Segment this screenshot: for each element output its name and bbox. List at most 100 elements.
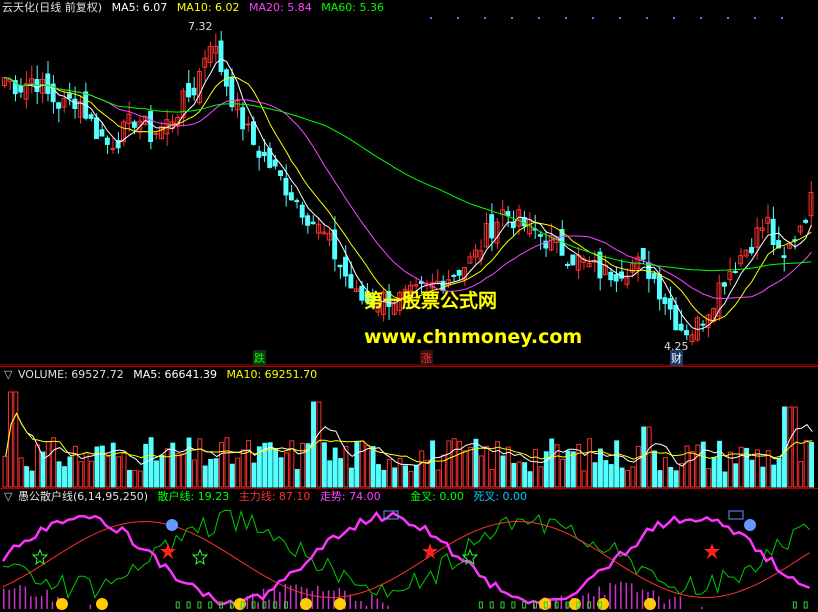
volume-bar xyxy=(782,406,787,488)
volume-bar xyxy=(619,467,625,488)
indicator-hist-bar xyxy=(35,596,37,609)
top-dot-mark xyxy=(484,17,486,19)
candle-down xyxy=(608,271,614,281)
candle-down xyxy=(261,151,267,157)
cai-label: 财 xyxy=(670,350,683,366)
volume-bar xyxy=(18,457,24,488)
volume-bar xyxy=(717,440,722,488)
indicator-header: ▽ 愚公散户线(6,14,95,250) 散户线: 19.23 主力线: 87.… xyxy=(4,490,533,504)
indicator-hist-bar xyxy=(593,596,595,609)
top-dot-mark xyxy=(754,17,756,19)
zoushi-value: 走势: 74.00 xyxy=(319,490,381,503)
indicator-hist-bar xyxy=(365,605,368,609)
volume-bar xyxy=(722,471,728,488)
volume-value: VOLUME: 69527.72 xyxy=(17,368,124,381)
candle-down xyxy=(662,297,668,304)
volume-bar xyxy=(137,470,143,488)
volume-bar xyxy=(516,461,522,488)
indicator-hist-bar xyxy=(360,600,362,609)
volume-panel[interactable]: ▽ VOLUME: 69527.72 MA5: 66641.39 MA10: 6… xyxy=(0,366,818,489)
candle-down xyxy=(684,330,689,336)
indicator-hist-bar xyxy=(701,606,703,609)
volume-bar xyxy=(191,459,197,488)
smiley-icon xyxy=(96,598,108,610)
volume-bar xyxy=(13,391,19,488)
volume-bar xyxy=(673,470,679,488)
indicator-hist-bar xyxy=(51,601,54,609)
indicator-hist-bar xyxy=(609,582,611,609)
volume-bar xyxy=(689,451,695,488)
price-panel[interactable]: 云天化(日线 前复权) MA5: 6.07 MA10: 6.02 MA20: 5… xyxy=(0,0,818,366)
volume-bar xyxy=(327,460,333,488)
candle-down xyxy=(218,40,224,72)
red-star-icon xyxy=(160,543,176,559)
volume-bar xyxy=(408,470,414,488)
candle-down xyxy=(337,264,343,268)
candle-down xyxy=(294,200,300,203)
bottom-tick-mark xyxy=(208,601,213,609)
indicator-name: 愚公散户线(6,14,95,250) xyxy=(17,490,149,503)
candle-down xyxy=(186,83,191,98)
indicator-hist-bar xyxy=(3,588,5,609)
candle-down xyxy=(148,110,154,142)
volume-bar xyxy=(608,464,614,488)
indicator-hist-bar xyxy=(620,581,622,609)
ma60-value: MA60: 5.36 xyxy=(321,1,384,14)
volume-bar xyxy=(321,442,327,488)
indicator-hist-bar xyxy=(311,591,314,609)
indicator-hist-bar xyxy=(371,594,373,609)
candle-down xyxy=(72,98,78,110)
candle-down xyxy=(240,107,246,130)
top-dot-mark xyxy=(673,17,675,19)
volume-bar xyxy=(202,465,208,488)
indicator-chart[interactable] xyxy=(0,489,818,612)
volume-bar xyxy=(219,442,224,488)
candle-down xyxy=(56,102,62,109)
volume-bar xyxy=(662,457,668,488)
zhuli-value: 主力线: 87.10 xyxy=(238,490,311,503)
volume-bar xyxy=(538,466,544,488)
volume-chart[interactable] xyxy=(0,367,818,489)
volume-bar xyxy=(706,468,712,488)
volume-bar xyxy=(435,469,441,488)
volume-bar xyxy=(365,444,371,488)
green-star-icon xyxy=(191,548,209,566)
candle-down xyxy=(283,177,289,196)
volume-bar xyxy=(2,455,8,488)
volume-bar xyxy=(359,440,365,488)
stock-title: 云天化(日线 前复权) xyxy=(2,1,103,14)
candle-down xyxy=(732,271,738,274)
volume-bar xyxy=(78,461,84,488)
volume-bar xyxy=(164,448,170,488)
smiley-icon xyxy=(334,598,346,610)
volume-bar xyxy=(549,438,555,488)
indicator-hist-bar xyxy=(8,589,10,609)
candle-down xyxy=(456,269,462,276)
volume-bar xyxy=(181,453,187,488)
volume-bar xyxy=(527,471,533,488)
volume-bar xyxy=(99,445,105,488)
candle-down xyxy=(88,114,94,119)
top-dot-mark xyxy=(538,17,540,19)
bottom-tick-mark xyxy=(500,601,505,609)
candle-up xyxy=(153,132,159,135)
candle-down xyxy=(288,192,294,201)
volume-bar xyxy=(792,406,798,488)
volume-bar xyxy=(668,466,674,488)
volume-bar xyxy=(283,452,289,488)
ma20-line xyxy=(4,77,812,300)
indicator-hist-bar xyxy=(387,605,389,609)
volume-bar xyxy=(300,442,306,488)
indicator-panel[interactable]: ▽ 愚公散户线(6,14,95,250) 散户线: 19.23 主力线: 87.… xyxy=(0,488,818,612)
indicator-hist-bar xyxy=(663,603,665,609)
ma5-value: MA5: 6.07 xyxy=(111,1,168,14)
volume-bar xyxy=(110,442,116,488)
green-star-icon xyxy=(31,548,49,566)
indicator-hist-bar xyxy=(322,591,324,609)
indicator-hist-bar xyxy=(354,600,357,609)
top-dot-mark xyxy=(700,17,702,19)
volume-bar xyxy=(354,440,360,488)
volume-bar xyxy=(700,441,706,488)
indicator-hist-bar xyxy=(327,590,330,609)
price-header: 云天化(日线 前复权) MA5: 6.07 MA10: 6.02 MA20: 5… xyxy=(2,1,390,15)
